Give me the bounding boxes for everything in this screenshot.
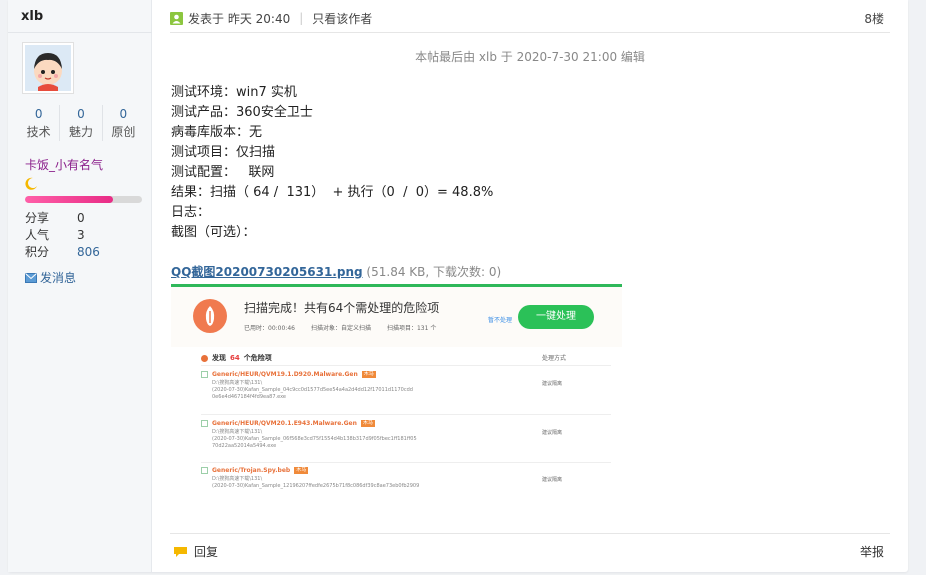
report-button[interactable]: 举报 <box>860 543 884 560</box>
stat-label: 魅力 <box>68 125 93 139</box>
stat-label: 技术 <box>26 125 51 139</box>
alert-dot-icon <box>201 354 208 362</box>
stat-value: 0 <box>77 107 85 121</box>
sidebar-divider <box>8 32 152 33</box>
threat-tag: 木马 <box>361 371 376 378</box>
attachment-link[interactable]: QQ截图20200730205631.png <box>171 265 363 279</box>
content-line: 病毒库版本：无 <box>171 125 263 140</box>
moon-icon <box>25 175 38 194</box>
post-card: xlb 0 技术 0 魅力 0 原创 卡饭_小有名气 分享 0 人气 3 积分 … <box>8 0 908 572</box>
section-suffix: 个危险项 <box>243 354 272 362</box>
info-key: 积分 <box>25 245 50 259</box>
checkbox-icon <box>201 371 208 378</box>
threat-item: Generic/HEUR/QVM19.1.D920.Malware.Gen 木马 … <box>201 371 611 401</box>
post-main: 发表于 昨天 20:40 | 只看该作者 8楼 本帖最后由 xlb 于 2020… <box>152 0 908 572</box>
threat-action: 建议隔离 <box>542 477 563 483</box>
post-time: 发表于 昨天 20:40 <box>188 11 291 26</box>
info-key: 人气 <box>25 228 50 242</box>
level-progress-fill <box>25 196 113 203</box>
content-line: 测试配置： 联网 <box>171 165 275 180</box>
threat-name: Generic/HEUR/QVM20.1.E943.Malware.Gen <box>212 420 357 427</box>
scan-result-meta: 已用时：00:00:46 扫描对象：自定义扫描 扫描项目：131 个 <box>244 323 436 332</box>
post-content: 测试环境：win7 实机 测试产品：360安全卫士 病毒库版本：无 测试项目：仅… <box>171 83 493 243</box>
mail-icon <box>25 272 37 283</box>
one-click-fix-button: 一键处理 <box>518 305 594 329</box>
action-column-header: 处理方式 <box>542 355 567 362</box>
level-progress-bar <box>25 196 142 203</box>
author-name[interactable]: xlb <box>21 9 43 24</box>
threat-path-line: (2020-07-30)Kafan_Sample_12196207ffedfe2… <box>212 483 420 489</box>
footer-divider <box>170 533 890 534</box>
attachment: QQ截图20200730205631.png (51.84 KB, 下载次数: … <box>171 263 501 280</box>
user-stats: 0 技术 0 魅力 0 原创 <box>18 105 144 141</box>
checkbox-icon <box>201 420 208 427</box>
header-separator: | <box>299 11 304 25</box>
ignore-link: 暂不处理 <box>488 317 513 324</box>
edit-notice: 本帖最后由 xlb 于 2020-7-30 21:00 编辑 <box>415 50 645 64</box>
threat-path-line: 0e6e4d467184f4fd9ea87.exe <box>212 394 286 400</box>
avatar-image <box>25 45 71 91</box>
section-prefix: 发现 <box>212 354 226 362</box>
avatar[interactable] <box>22 42 74 94</box>
checkbox-icon <box>201 467 208 474</box>
content-line: 测试产品：360安全卫士 <box>171 105 313 120</box>
threat-name: Generic/Trojan.Spy.beb <box>212 467 291 474</box>
header-divider <box>170 32 890 33</box>
threat-action: 建议隔离 <box>542 430 563 436</box>
info-value: 3 <box>77 228 85 242</box>
scan-result-title: 扫描完成！共有64个需处理的危险项 <box>244 301 440 315</box>
floor-number[interactable]: 8楼 <box>864 10 884 27</box>
scan-time: 已用时：00:00:46 <box>244 325 295 332</box>
scan-target: 扫描对象：自定义扫描 <box>310 325 371 332</box>
attachment-meta: (51.84 KB, 下载次数: 0) <box>366 265 502 279</box>
threat-tag: 木马 <box>294 467 309 474</box>
threat-tag: 木马 <box>360 420 375 427</box>
info-points: 积分 806 <box>25 244 100 261</box>
list-divider <box>201 414 611 415</box>
info-value: 0 <box>77 211 85 225</box>
info-share: 分享 0 <box>25 210 85 227</box>
threat-path-line: (2020-07-30)Kafan_Sample_06f568e3cd75f15… <box>212 436 417 442</box>
stat-tech[interactable]: 0 技术 <box>18 105 61 141</box>
author-sidebar: xlb 0 技术 0 魅力 0 原创 卡饭_小有名气 分享 0 人气 3 积分 … <box>8 0 152 572</box>
stat-original[interactable]: 0 原创 <box>103 105 144 141</box>
stat-value: 0 <box>119 107 128 121</box>
user-group[interactable]: 卡饭_小有名气 <box>25 156 103 173</box>
list-divider <box>201 462 611 463</box>
threat-count: 64 <box>230 354 240 362</box>
post-header: 发表于 昨天 20:40 | 只看该作者 <box>170 9 892 27</box>
scan-count: 扫描项目：131 个 <box>386 325 437 332</box>
attachment-image[interactable]: 扫描完成！共有64个需处理的危险项 已用时：00:00:46 扫描对象：自定义扫… <box>171 284 622 498</box>
threat-action: 建议隔离 <box>542 381 563 387</box>
reply-button[interactable]: 回复 <box>173 543 218 560</box>
only-author-link[interactable]: 只看该作者 <box>312 10 372 27</box>
content-line: 结果：扫描（ 64 / 131） + 执行（0 / 0）= 48.8% <box>171 185 494 200</box>
security-logo-icon <box>193 299 227 333</box>
send-message-link[interactable]: 发消息 <box>25 269 76 286</box>
info-key: 分享 <box>25 211 50 225</box>
info-value[interactable]: 806 <box>77 245 100 259</box>
send-message-label: 发消息 <box>40 271 77 285</box>
threat-item: Generic/HEUR/QVM20.1.E943.Malware.Gen 木马 … <box>201 420 611 450</box>
threat-path-line: 70d22aa52014a5494.exe <box>212 443 277 449</box>
author-online-icon <box>170 11 183 25</box>
content-line: 日志： <box>171 205 211 220</box>
stat-label: 原创 <box>111 125 136 139</box>
stat-value: 0 <box>34 107 43 121</box>
reply-label: 回复 <box>194 545 219 559</box>
reply-icon <box>174 546 187 557</box>
threat-path-line: (2020-07-30)Kafan_Sample_04c9cc0d1577d5e… <box>212 387 413 393</box>
content-line: 截图（可选）： <box>171 225 256 240</box>
scan-result-header: 扫描完成！共有64个需处理的危险项 已用时：00:00:46 扫描对象：自定义扫… <box>171 287 622 347</box>
threat-item: Generic/Trojan.Spy.beb 木马 D:\搜狗高速下载\131\ … <box>201 467 611 490</box>
threat-name: Generic/HEUR/QVM19.1.D920.Malware.Gen <box>212 371 358 378</box>
stat-charm[interactable]: 0 魅力 <box>60 105 103 141</box>
info-popularity: 人气 3 <box>25 227 85 244</box>
content-line: 测试项目：仅扫描 <box>171 145 276 160</box>
content-line: 测试环境：win7 实机 <box>171 85 297 100</box>
threat-section-title: 发现 64 个危险项 <box>201 353 272 363</box>
list-divider <box>201 365 611 366</box>
